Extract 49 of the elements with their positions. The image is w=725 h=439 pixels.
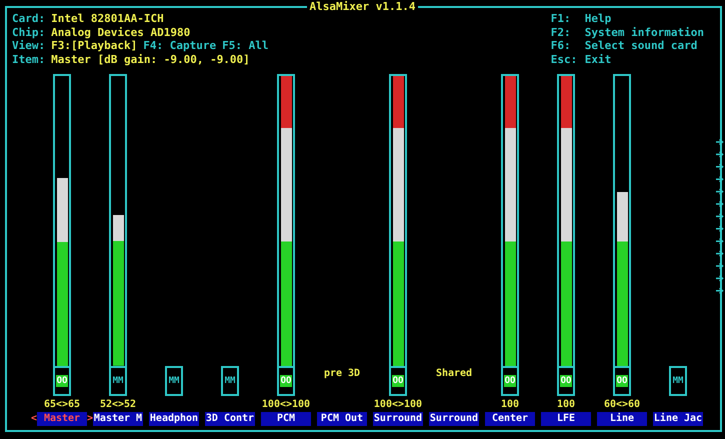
shortcut-action: Help	[584, 12, 612, 26]
info-value: Intel 82801AA-ICH	[51, 12, 164, 26]
info-label: Chip:	[12, 26, 46, 39]
channel-label[interactable]: Headphon	[149, 412, 199, 426]
volume-reading: 100	[500, 398, 520, 412]
shortcut-key: Esc:	[550, 52, 585, 66]
channel-label[interactable]: PCM Out	[317, 412, 367, 426]
shortcut-key: F6:	[550, 39, 585, 52]
view-option[interactable]: F4: Capture	[143, 39, 216, 52]
channel-label[interactable]: Line	[597, 412, 647, 426]
volume-slider[interactable]	[53, 74, 71, 366]
volume-reading: 100	[556, 398, 576, 412]
volume-reading: 60<>60	[604, 398, 640, 412]
volume-reading: 100<>100	[262, 398, 310, 412]
volume-slider[interactable]	[277, 74, 295, 366]
channel-label[interactable]: LFE	[541, 412, 591, 426]
info-value: Master [dB gain: -9.00, -9.00]	[51, 52, 250, 66]
volume-slider[interactable]	[613, 74, 631, 366]
view-option[interactable]: F3:[Playback]	[51, 39, 138, 52]
info-value: Analog Devices AD1980	[51, 26, 190, 39]
volume-slider[interactable]	[389, 74, 407, 366]
shortcut-key: F2:	[550, 26, 585, 39]
channel-label[interactable]: Surround	[373, 412, 423, 426]
info-label: View:	[12, 39, 46, 52]
channel-label[interactable]: Surround	[429, 412, 479, 426]
volume-slider[interactable]	[557, 74, 575, 366]
channel-label[interactable]: Master M	[93, 412, 143, 426]
shortcut-action: Select sound card	[584, 39, 698, 52]
volume-reading: 65<>65	[44, 398, 80, 412]
info-label: Item:	[12, 52, 46, 66]
channel-label[interactable]: Center	[485, 412, 535, 426]
channel-note: Shared	[436, 368, 472, 381]
volume-reading: 52<>52	[100, 398, 136, 412]
view-option[interactable]: F5: All	[222, 39, 268, 52]
selection-cursor: <	[30, 412, 37, 426]
info-label: Card:	[12, 12, 46, 26]
channel-label[interactable]: Line Jac	[653, 412, 703, 426]
volume-slider[interactable]	[109, 74, 127, 366]
shortcut-action: Exit	[584, 52, 612, 66]
channel-label[interactable]: 3D Contr	[205, 412, 255, 426]
shortcut-key: F1:	[550, 12, 585, 26]
channel-note: pre 3D	[324, 368, 360, 381]
window-title: AlsaMixer v1.1.4	[306, 0, 418, 13]
selection-cursor: >	[87, 412, 94, 426]
channel-label[interactable]: Master	[37, 412, 87, 426]
channel-label[interactable]: PCM	[261, 412, 311, 426]
shortcut-action: System information	[584, 26, 704, 39]
volume-slider[interactable]	[501, 74, 519, 366]
volume-reading: 100<>100	[374, 398, 422, 412]
